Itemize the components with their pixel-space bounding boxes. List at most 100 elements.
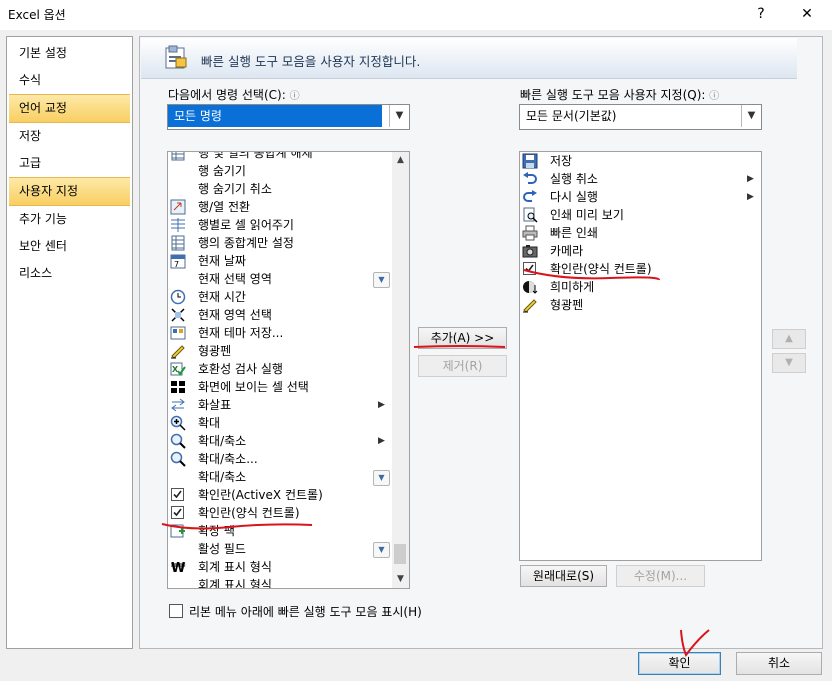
list-item-label: 현재 시간 <box>198 290 246 304</box>
command-list-item[interactable]: 행의 종합계만 설정 <box>168 234 390 252</box>
commands-from-select[interactable]: 모든 명령 ▼ <box>167 104 410 130</box>
section-title: 빠른 실행 도구 모음을 사용자 지정합니다. <box>201 54 421 69</box>
toolbar-commands-list[interactable]: 저장 실행 취소 ▶ 다시 실행 ▶ 인쇄 미리 보기 빠른 인쇄 카메라 확인란(양식 컨트롤… <box>519 151 762 561</box>
command-list-item[interactable]: 7 현재 날짜 <box>168 252 390 270</box>
command-list-item[interactable]: 확장 팩 <box>168 522 390 540</box>
list-item-label: 현재 선택 영역 <box>198 272 272 286</box>
list-item-label: 빠른 인쇄 <box>550 226 598 240</box>
quick-access-toolbar-icon <box>165 45 187 69</box>
command-list-item[interactable]: 확대/축소... <box>168 450 390 468</box>
command-list-item[interactable]: 형광펜 <box>168 342 390 360</box>
reset-button[interactable]: 원래대로(S) <box>520 565 607 587</box>
chevron-down-icon[interactable]: ▼ <box>741 105 761 127</box>
select-region-icon <box>170 307 186 323</box>
svg-text:7: 7 <box>174 260 179 269</box>
toolbar-list-item[interactable]: 실행 취소 ▶ <box>520 170 759 188</box>
toolbar-list-item[interactable]: 다시 실행 ▶ <box>520 188 759 206</box>
submenu-arrow-icon: ▶ <box>747 192 754 202</box>
arrows-icon <box>170 397 186 413</box>
list-item-label: 실행 취소 <box>550 172 598 186</box>
nav-item-resources[interactable]: 리소스 <box>7 260 132 287</box>
toolbar-list-item[interactable]: 인쇄 미리 보기 <box>520 206 759 224</box>
nav-item-advanced[interactable]: 고급 <box>7 150 132 177</box>
title-bar: Excel 옵션 ? ✕ <box>0 0 832 30</box>
scroll-up-icon[interactable]: ▲ <box>392 152 409 169</box>
move-up-button[interactable]: ▲ <box>772 329 806 349</box>
list-item-label: 호환성 검사 실행 <box>198 362 283 376</box>
nav-item-basic[interactable]: 기본 설정 <box>7 40 132 67</box>
cancel-button[interactable]: 취소 <box>736 652 822 675</box>
nav-item-addins[interactable]: 추가 기능 <box>7 206 132 233</box>
close-button[interactable]: ✕ <box>792 2 822 26</box>
command-list-item[interactable]: 확대/축소 ▶ <box>168 432 390 450</box>
show-below-ribbon-checkbox[interactable] <box>169 604 183 618</box>
command-list-item[interactable]: 확대/축소 ▼ <box>168 468 390 486</box>
toolbar-list-item[interactable]: 희미하게 <box>520 278 759 296</box>
command-list-item[interactable]: 행/열 전환 <box>168 198 390 216</box>
chevron-down-icon[interactable]: ▼ <box>389 105 409 127</box>
command-list-item[interactable]: 확인란(ActiveX 컨트롤) <box>168 486 390 504</box>
toolbar-list-item[interactable]: 형광펜 <box>520 296 759 314</box>
show-below-ribbon-label: 리본 메뉴 아래에 빠른 실행 도구 모음 표시(H) <box>189 605 422 619</box>
command-list-item[interactable]: 확대 <box>168 414 390 432</box>
command-list-item[interactable]: 행 및 열의 종합계 해제 <box>168 151 390 162</box>
add-button[interactable]: 추가(A) >> <box>418 327 507 349</box>
info-icon: ⓘ <box>289 91 300 102</box>
nav-item-trust-center[interactable]: 보안 센터 <box>7 233 132 260</box>
commands-scrollbar[interactable]: ▲ ▼ <box>392 152 409 588</box>
remove-button[interactable]: 제거(R) <box>418 355 507 377</box>
list-item-label: 다시 실행 <box>550 190 598 204</box>
submenu-arrow-icon: ▶ <box>378 436 385 446</box>
nav-item-formulas[interactable]: 수식 <box>7 67 132 94</box>
available-commands-list[interactable]: 회계 표시 형식 ₩ 회계 표시 형식 활성 필드 ▼ 확장 팩 확인란(양식 컨트롤) 확인… <box>167 151 410 589</box>
info-icon: ⓘ <box>709 91 720 102</box>
nav-item-proofing[interactable]: 언어 교정 <box>9 94 130 123</box>
customize-qat-select[interactable]: 모든 문서(기본값) ▼ <box>519 104 762 130</box>
command-list-item[interactable]: 행별로 셀 읽어주기 <box>168 216 390 234</box>
move-down-button[interactable]: ▼ <box>772 353 806 373</box>
command-list-item[interactable]: 화살표 ▶ <box>168 396 390 414</box>
nav-item-save[interactable]: 저장 <box>7 123 132 150</box>
commands-from-value: 모든 명령 <box>168 105 382 127</box>
list-item-label: 행 및 열의 종합계 해제 <box>198 151 313 160</box>
command-list-item[interactable]: 회계 표시 형식 <box>168 576 390 589</box>
command-list-item[interactable]: ₩ 회계 표시 형식 <box>168 558 390 576</box>
toolbar-list-item[interactable]: 카메라 <box>520 242 759 260</box>
camera-icon <box>522 243 538 259</box>
command-list-item[interactable]: 현재 테마 저장... <box>168 324 390 342</box>
list-item-label: 행/열 전환 <box>198 200 251 214</box>
help-button[interactable]: ? <box>746 2 776 26</box>
toolbar-list-item[interactable]: 저장 <box>520 152 759 170</box>
highlighter-icon <box>170 343 186 359</box>
won-icon: ₩ <box>170 559 186 576</box>
customize-panel: 빠른 실행 도구 모음을 사용자 지정합니다. 다음에서 명령 선택(C): ⓘ… <box>139 36 823 649</box>
command-list-item[interactable]: 확인란(양식 컨트롤) <box>168 504 390 522</box>
list-item-label: 인쇄 미리 보기 <box>550 208 624 222</box>
command-list-item[interactable]: 행 숨기기 취소 <box>168 180 390 198</box>
command-list-item[interactable]: 현재 선택 영역 ▼ <box>168 270 390 288</box>
command-list-item[interactable]: X 호환성 검사 실행 <box>168 360 390 378</box>
scroll-thumb[interactable] <box>394 544 406 564</box>
command-list-item[interactable]: 활성 필드 ▼ <box>168 540 390 558</box>
toolbar-list-item[interactable]: 빠른 인쇄 <box>520 224 759 242</box>
command-list-item[interactable]: 현재 시간 <box>168 288 390 306</box>
list-item-label: 활성 필드 <box>198 542 246 556</box>
modify-button[interactable]: 수정(M)... <box>616 565 705 587</box>
section-header: 빠른 실행 도구 모음을 사용자 지정합니다. <box>141 38 797 79</box>
list-item-label: 현재 영역 선택 <box>198 308 272 322</box>
list-item-label: 회계 표시 형식 <box>198 578 272 589</box>
command-list-item[interactable]: 화면에 보이는 셀 선택 <box>168 378 390 396</box>
scroll-down-icon[interactable]: ▼ <box>392 571 409 588</box>
command-list-item[interactable]: 현재 영역 선택 <box>168 306 390 324</box>
submenu-arrow-icon: ▶ <box>378 400 385 410</box>
dropdown-icon: ▼ <box>373 542 390 558</box>
print-preview-icon <box>522 207 538 223</box>
dim-icon <box>522 279 538 295</box>
list-item-label: 형광펜 <box>198 344 232 358</box>
commands-from-label: 다음에서 명령 선택(C): ⓘ <box>168 86 300 103</box>
nav-item-customize[interactable]: 사용자 지정 <box>9 177 130 206</box>
ok-button[interactable]: 확인 <box>638 652 721 675</box>
command-list-item[interactable]: 행 숨기기 <box>168 162 390 180</box>
zoom-in-icon <box>170 415 186 431</box>
toolbar-list-item[interactable]: 확인란(양식 컨트롤) <box>520 260 759 278</box>
